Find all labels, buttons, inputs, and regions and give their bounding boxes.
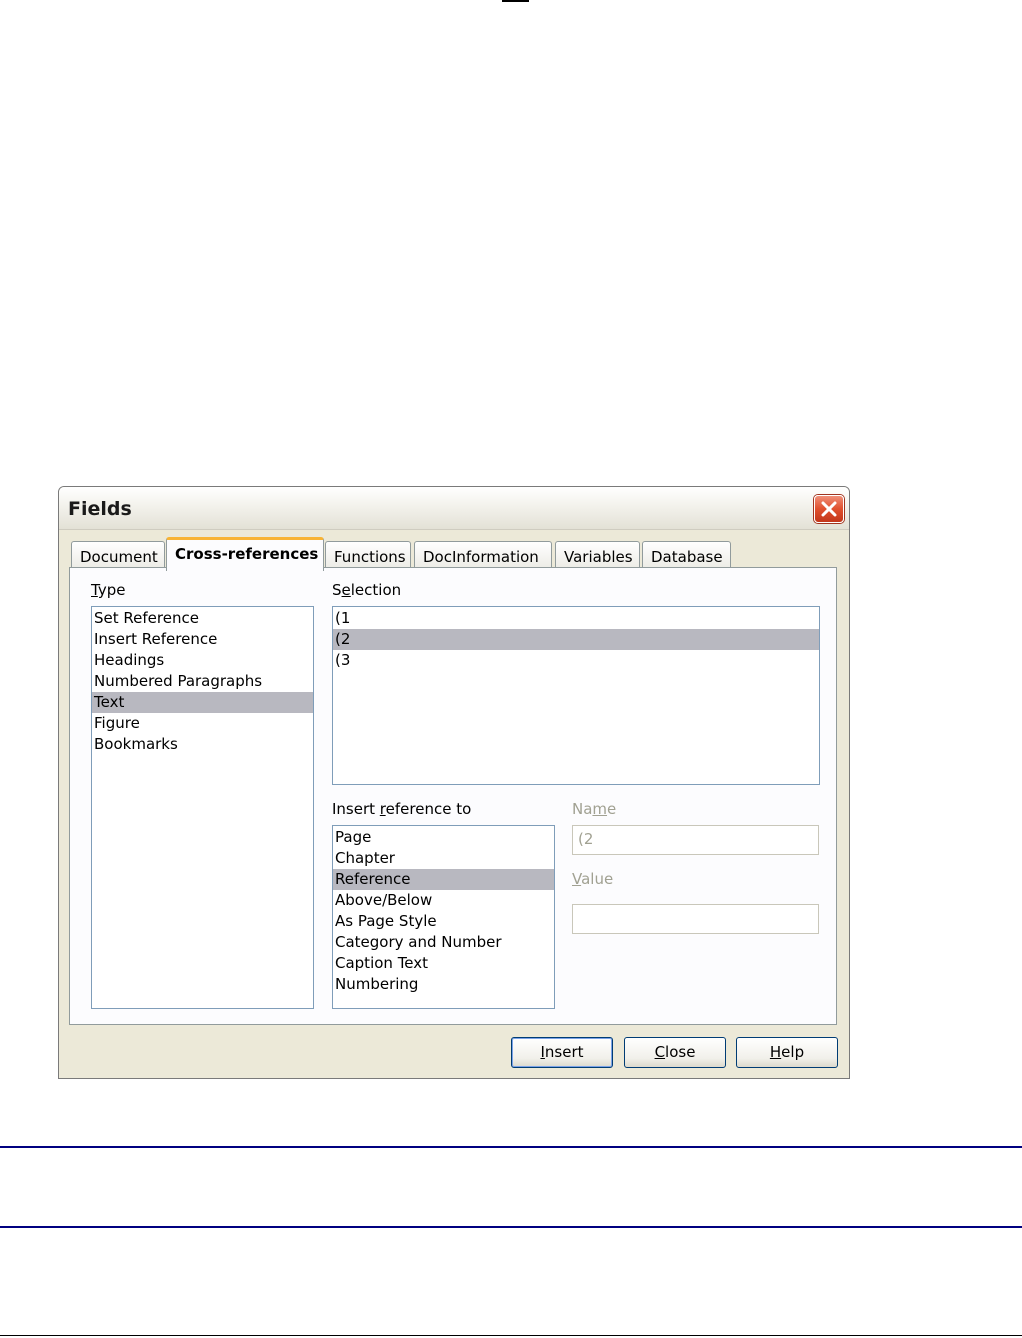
type-item-text[interactable]: Text bbox=[92, 692, 313, 713]
name-label: Name bbox=[572, 800, 616, 818]
type-list[interactable]: Set Reference Insert Reference Headings … bbox=[91, 606, 314, 1009]
close-button-rest: lose bbox=[665, 1043, 696, 1061]
ref-item-as-page-style[interactable]: As Page Style bbox=[333, 911, 554, 932]
help-button-mnemonic: H bbox=[769, 1043, 782, 1061]
tab-variables[interactable]: Variables bbox=[555, 541, 640, 569]
type-label-rest: ype bbox=[97, 581, 126, 599]
name-label-c: e bbox=[607, 800, 617, 818]
insert-button[interactable]: Insert bbox=[511, 1037, 613, 1068]
ref-item-numbering[interactable]: Numbering bbox=[333, 974, 554, 995]
selection-item-3[interactable]: (3 bbox=[333, 650, 819, 671]
ref-item-reference[interactable]: Reference bbox=[333, 869, 554, 890]
selection-label-a: S bbox=[332, 581, 342, 599]
type-label: Type bbox=[91, 581, 125, 599]
value-label-rest: alue bbox=[581, 870, 614, 888]
ref-item-category-and-number[interactable]: Category and Number bbox=[333, 932, 554, 953]
section-rule-bottom bbox=[0, 1226, 1022, 1228]
fields-dialog: Fields Document Cross-references Functio… bbox=[58, 486, 850, 1079]
close-icon[interactable] bbox=[814, 495, 844, 523]
value-field[interactable] bbox=[572, 904, 819, 934]
ref-item-above-below[interactable]: Above/Below bbox=[333, 890, 554, 911]
selection-label: Selection bbox=[332, 581, 401, 599]
insert-button-rest: nsert bbox=[544, 1043, 584, 1061]
type-item-figure[interactable]: Figure bbox=[92, 713, 313, 734]
close-button[interactable]: Close bbox=[624, 1037, 726, 1068]
ref-item-caption-text[interactable]: Caption Text bbox=[333, 953, 554, 974]
selection-item-2[interactable]: (2 bbox=[333, 629, 819, 650]
tab-document[interactable]: Document bbox=[71, 541, 165, 569]
insert-reference-to-label: Insert reference to bbox=[332, 800, 471, 818]
name-label-mnemonic: m bbox=[592, 800, 608, 818]
page-footer-rule bbox=[0, 1335, 1022, 1336]
type-label-mnemonic: T bbox=[91, 581, 98, 599]
help-button-rest: elp bbox=[781, 1043, 805, 1061]
cross-references-panel: Type Set Reference Insert Reference Head… bbox=[69, 567, 837, 1025]
selection-list[interactable]: (1 (2 (3 bbox=[332, 606, 820, 785]
ref-item-page[interactable]: Page bbox=[333, 827, 554, 848]
name-label-a: Na bbox=[572, 800, 593, 818]
insert-ref-label-a: Insert bbox=[332, 800, 380, 818]
tab-cross-references[interactable]: Cross-references bbox=[166, 537, 324, 571]
ref-item-chapter[interactable]: Chapter bbox=[333, 848, 554, 869]
insert-reference-to-list[interactable]: Page Chapter Reference Above/Below As Pa… bbox=[332, 825, 555, 1009]
help-button[interactable]: Help bbox=[736, 1037, 838, 1068]
type-item-set-reference[interactable]: Set Reference bbox=[92, 608, 313, 629]
type-item-headings[interactable]: Headings bbox=[92, 650, 313, 671]
tab-database[interactable]: Database bbox=[642, 541, 731, 569]
dialog-titlebar: Fields bbox=[59, 487, 849, 530]
type-item-numbered-paragraphs[interactable]: Numbered Paragraphs bbox=[92, 671, 313, 692]
type-item-insert-reference[interactable]: Insert Reference bbox=[92, 629, 313, 650]
dialog-title: Fields bbox=[68, 498, 132, 520]
close-button-mnemonic: C bbox=[654, 1043, 666, 1061]
selection-item-1[interactable]: (1 bbox=[333, 608, 819, 629]
value-label: Value bbox=[572, 870, 613, 888]
tab-functions[interactable]: Functions bbox=[325, 541, 411, 569]
close-x-glyph bbox=[821, 501, 837, 517]
selection-label-mnemonic: e bbox=[341, 581, 351, 599]
section-rule-top bbox=[0, 1146, 1022, 1148]
type-item-bookmarks[interactable]: Bookmarks bbox=[92, 734, 313, 755]
insert-ref-label-c: eference to bbox=[385, 800, 472, 818]
page-top-mark bbox=[502, 0, 529, 2]
tab-docinformation[interactable]: DocInformation bbox=[414, 541, 552, 569]
name-field[interactable]: (2 bbox=[572, 825, 819, 855]
value-label-mnemonic: V bbox=[572, 870, 582, 888]
selection-label-c: lection bbox=[350, 581, 402, 599]
